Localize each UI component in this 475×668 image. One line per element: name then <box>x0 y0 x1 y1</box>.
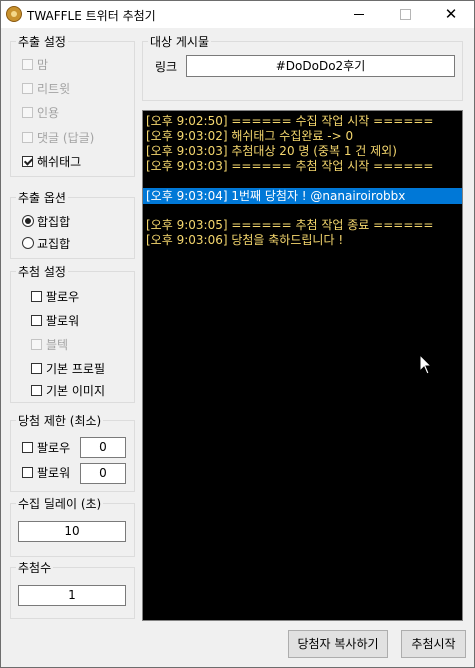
checkbox-label: 맘 <box>37 57 49 72</box>
draw-block-checkbox[interactable]: 블텍 <box>31 336 68 352</box>
log-line-selected-text: [오후 9:03:04] 1번째 당첨자 ! @nanairoirobbx <box>146 189 406 203</box>
link-label: 링크 <box>155 60 178 74</box>
collect-delay-legend: 수집 딜레이 (초) <box>16 495 104 512</box>
checkbox-box <box>31 384 42 396</box>
log-line: [오후 9:03:02] 해쉬태그 수집완료 -> 0 <box>146 129 354 143</box>
checkbox-box <box>22 82 33 94</box>
checkbox-label: 리트윗 <box>37 81 71 96</box>
collect-delay-input[interactable]: 10 <box>18 521 126 542</box>
checkbox-box <box>22 466 33 478</box>
draw-default-image-checkbox[interactable]: 기본 이미지 <box>31 382 105 398</box>
app-window: TWAFFLE 트위터 추첨기 ✕ 추출 설정 맘 리트윗 인용 댓글 (답글)… <box>0 0 475 668</box>
title-bar[interactable]: TWAFFLE 트위터 추첨기 ✕ <box>1 1 474 28</box>
limit-follower-input[interactable]: 0 <box>80 463 126 484</box>
log-line-selected[interactable]: [오후 9:03:04] 1번째 당첨자 ! @nanairoirobbx <box>143 188 462 204</box>
extract-like-checkbox[interactable]: 맘 <box>22 56 48 72</box>
link-input[interactable]: #DoDoDo2후기 <box>186 55 455 77</box>
checkbox-box <box>22 106 33 118</box>
checkbox-label: 인용 <box>37 105 60 120</box>
minimize-button[interactable] <box>336 1 382 28</box>
checkbox-box <box>22 441 33 453</box>
copy-winners-button[interactable]: 당첨자 복사하기 <box>288 630 388 658</box>
checkbox-box-checked <box>22 155 33 167</box>
log-line: [오후 9:03:03] ====== 추첨 작업 시작 ====== <box>146 159 434 173</box>
checkbox-box <box>31 338 42 350</box>
checkbox-label: 기본 프로필 <box>46 361 106 376</box>
mouse-cursor-icon <box>419 354 433 375</box>
close-icon: ✕ <box>444 5 458 23</box>
window-title: TWAFFLE 트위터 추첨기 <box>27 9 156 23</box>
extract-settings-legend: 추출 설정 <box>16 33 68 50</box>
log-line: [오후 9:02:50] ====== 수집 작업 시작 ====== <box>146 114 434 128</box>
radio-dot-selected <box>22 215 34 227</box>
winner-count-legend: 추첨수 <box>16 559 54 576</box>
extract-quote-checkbox[interactable]: 인용 <box>22 104 59 120</box>
extract-reply-checkbox[interactable]: 댓글 (답글) <box>22 129 94 145</box>
intersection-radio[interactable]: 교집합 <box>22 235 70 251</box>
draw-default-profile-checkbox[interactable]: 기본 프로필 <box>31 360 105 376</box>
checkbox-label: 해쉬태그 <box>37 154 82 169</box>
draw-settings-legend: 추첨 설정 <box>16 263 68 280</box>
extract-retweet-checkbox[interactable]: 리트윗 <box>22 80 70 96</box>
minimize-icon <box>354 14 364 15</box>
union-radio[interactable]: 합집합 <box>22 213 70 229</box>
checkbox-label: 팔로워 <box>37 465 71 480</box>
radio-label: 교집합 <box>37 236 71 251</box>
checkbox-box <box>31 362 42 374</box>
checkbox-box <box>31 314 42 326</box>
checkbox-box <box>22 131 33 143</box>
checkbox-label: 팔로우 <box>37 440 71 455</box>
checkbox-label: 블텍 <box>46 337 69 352</box>
limit-follow-checkbox[interactable]: 팔로우 <box>22 439 70 455</box>
draw-follower-checkbox[interactable]: 팔로워 <box>31 312 79 328</box>
radio-dot <box>22 237 34 249</box>
app-logo-icon <box>6 6 22 22</box>
limit-follow-input[interactable]: 0 <box>80 437 126 458</box>
log-line: [오후 9:03:05] ====== 추첨 작업 종료 ====== <box>146 218 434 232</box>
close-button[interactable]: ✕ <box>428 1 474 28</box>
extract-hashtag-checkbox[interactable]: 해쉬태그 <box>22 153 81 169</box>
win-limit-legend: 당첨 제한 (최소) <box>16 412 104 429</box>
target-post-legend: 대상 게시물 <box>148 33 212 50</box>
limit-follower-checkbox[interactable]: 팔로워 <box>22 464 70 480</box>
radio-label: 합집합 <box>37 214 71 229</box>
checkbox-label: 기본 이미지 <box>46 383 106 398</box>
log-listbox[interactable]: [오후 9:02:50] ====== 수집 작업 시작 ====== [오후 … <box>142 110 463 621</box>
checkbox-label: 댓글 (답글) <box>37 130 95 145</box>
winner-count-input[interactable]: 1 <box>18 585 126 606</box>
extract-options-legend: 추출 옵션 <box>16 189 68 206</box>
checkbox-label: 팔로워 <box>46 313 80 328</box>
maximize-icon <box>399 9 411 20</box>
maximize-button[interactable] <box>382 1 428 28</box>
checkbox-box <box>22 58 33 70</box>
start-draw-button[interactable]: 추첨시작 <box>401 630 466 658</box>
log-line: [오후 9:03:03] 추첨대상 20 명 (중복 1 건 제외) <box>146 144 397 158</box>
checkbox-box <box>31 290 42 302</box>
log-line: [오후 9:03:06] 당첨을 축하드립니다 ! <box>146 233 344 247</box>
checkbox-label: 팔로우 <box>46 289 80 304</box>
draw-follow-checkbox[interactable]: 팔로우 <box>31 288 79 304</box>
